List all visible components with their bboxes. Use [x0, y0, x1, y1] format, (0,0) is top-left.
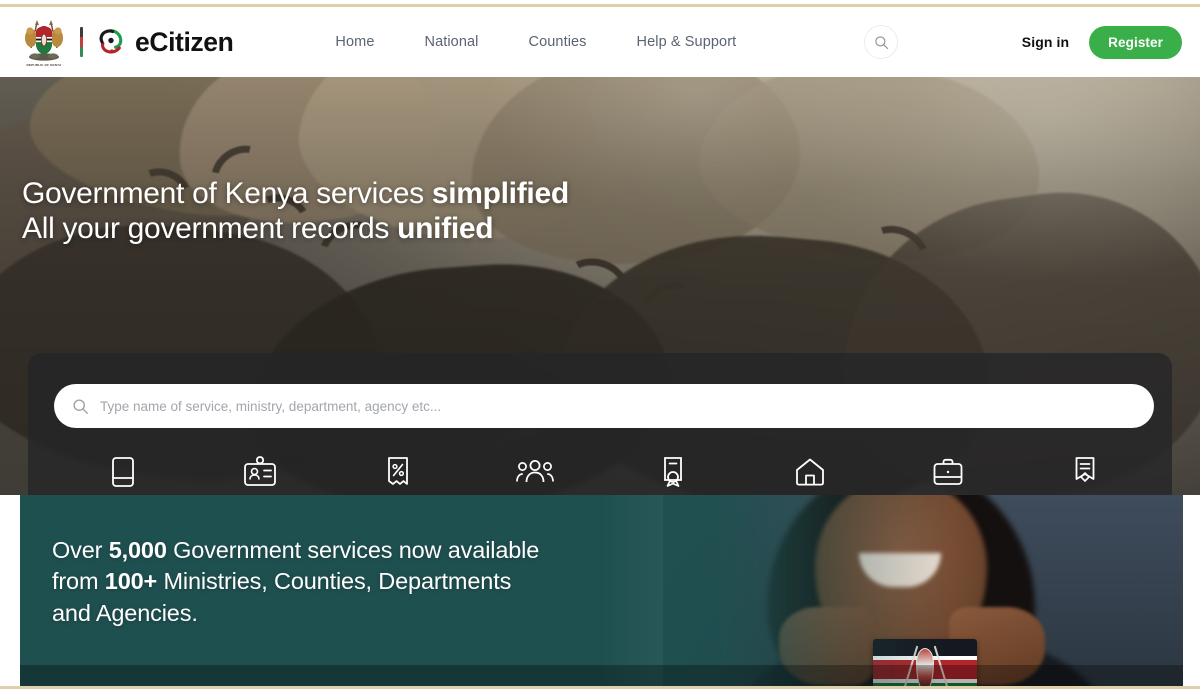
hero-section: Government of Kenya services simplified … — [0, 77, 1200, 495]
header-actions: Sign in Register — [1022, 26, 1182, 59]
kenya-coat-of-arms-icon: REPUBLIC OF KENYA — [22, 18, 66, 66]
banner-heading: Over 5,000 Government services now avail… — [52, 535, 539, 629]
header-search-button[interactable] — [864, 25, 898, 59]
sign-in-link[interactable]: Sign in — [1022, 34, 1069, 50]
service-search-panel: Apply fora Passport — [28, 353, 1172, 495]
bottom-accent-rule — [0, 686, 1200, 689]
service-file-tax-returns[interactable]: File yourTax Returns — [329, 453, 467, 495]
quick-services-list: Apply fora Passport — [54, 453, 1154, 495]
hero-heading-line1: Government of Kenya services simplified — [22, 177, 569, 210]
family-group-icon — [516, 453, 554, 491]
banner-line-2: from 100+ Ministries, Counties, Departme… — [52, 566, 539, 597]
page-left-margin — [0, 495, 20, 692]
services-count-banner: Over 5,000 Government services now avail… — [20, 495, 1183, 689]
search-icon — [72, 398, 89, 415]
tax-receipt-percent-icon — [386, 453, 410, 491]
passport-book-icon — [110, 453, 136, 491]
banner-line-1: Over 5,000 Government services now avail… — [52, 535, 539, 566]
coat-of-arms-caption: REPUBLIC OF KENYA — [22, 63, 66, 67]
service-apply-birth-certificate[interactable]: Apply for aBirth Certificate — [467, 453, 605, 495]
search-input[interactable] — [100, 399, 1136, 414]
service-apply-good-conduct-certificate[interactable]: Apply for Certificateof Good Conduct — [604, 453, 742, 495]
certificate-seal-icon — [661, 453, 685, 491]
nav-item-help-support[interactable]: Help & Support — [637, 34, 737, 50]
brand-logo-group[interactable]: REPUBLIC OF KENYA eCitizen — [22, 18, 233, 66]
site-wordmark: eCitizen — [135, 27, 233, 58]
service-search-bar[interactable] — [54, 384, 1154, 428]
house-icon — [794, 453, 826, 491]
briefcase-icon — [932, 453, 964, 491]
service-apply-driving-license[interactable]: Apply for aDriving License — [192, 453, 330, 495]
certificate-ribbon-icon — [1073, 453, 1097, 491]
nav-item-counties[interactable]: Counties — [529, 34, 587, 50]
search-icon — [874, 35, 889, 50]
service-register-business[interactable]: Register aBusiness — [879, 453, 1017, 495]
nav-item-home[interactable]: Home — [335, 34, 374, 50]
register-button[interactable]: Register — [1089, 26, 1182, 59]
service-apply-marriage-certificate[interactable]: Apply for aMarriage Certificate — [1017, 453, 1155, 495]
flag-divider — [80, 27, 83, 57]
hero-heading: Government of Kenya services simplified … — [22, 178, 569, 244]
service-apply-passport[interactable]: Apply fora Passport — [54, 453, 192, 495]
id-card-icon — [243, 453, 277, 491]
banner-line-3: and Agencies. — [52, 598, 539, 629]
main-navigation: Home National Counties Help & Support — [335, 34, 736, 50]
ecitizen-swirl-logo-icon — [96, 27, 126, 57]
page-right-margin — [1183, 495, 1200, 692]
hero-heading-line2: All your government records unified — [22, 213, 569, 245]
site-header: REPUBLIC OF KENYA eCitizen Home National… — [0, 7, 1200, 77]
top-accent-rule — [0, 4, 1200, 7]
nav-item-national[interactable]: National — [425, 34, 479, 50]
ecitizen-homepage: REPUBLIC OF KENYA eCitizen Home National… — [0, 0, 1200, 692]
service-save-affordable-housing[interactable]: Save forAffordable Housing — [742, 453, 880, 495]
